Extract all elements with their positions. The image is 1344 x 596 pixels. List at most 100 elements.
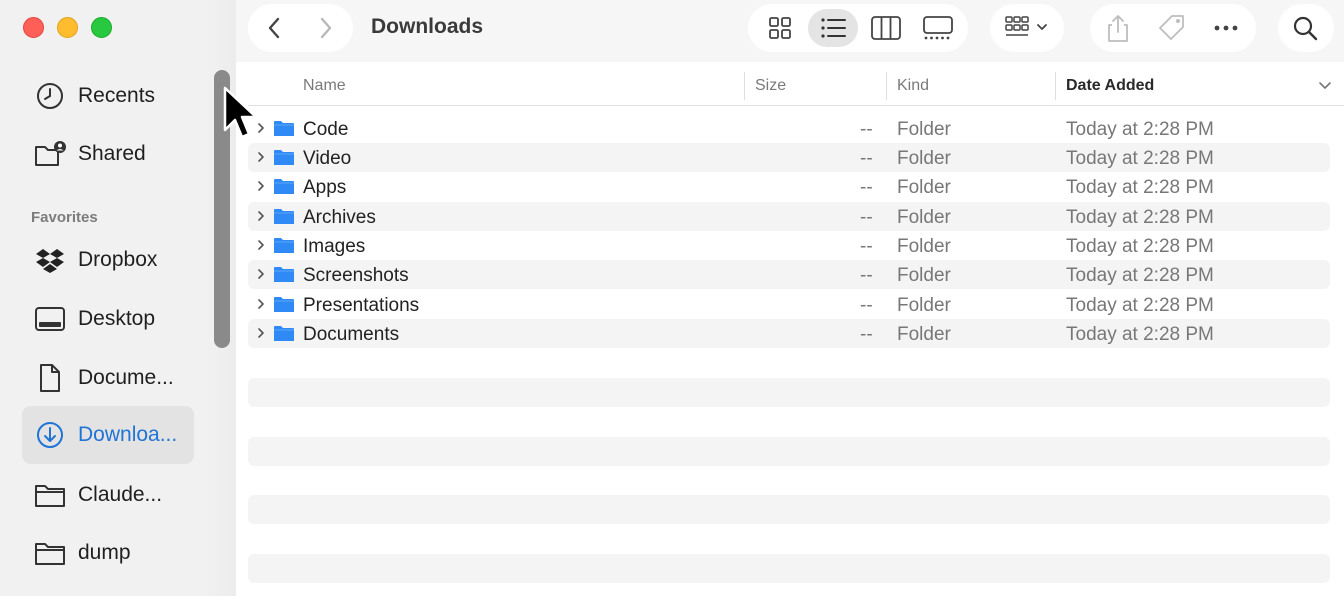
sidebar-item-label: Dropbox — [78, 248, 158, 271]
dropbox-icon — [36, 249, 64, 273]
file-date: Today at 2:28 PM — [1066, 177, 1214, 198]
desktop-icon — [35, 307, 65, 331]
file-date: Today at 2:28 PM — [1066, 236, 1214, 257]
column-size[interactable]: Size — [755, 77, 786, 95]
empty-row — [248, 378, 1330, 407]
sidebar-item-shared[interactable]: Shared — [22, 125, 194, 183]
tag-icon[interactable] — [1152, 10, 1192, 46]
column-name[interactable]: Name — [303, 77, 346, 95]
file-date: Today at 2:28 PM — [1066, 207, 1214, 228]
search-button[interactable] — [1278, 4, 1334, 52]
group-button[interactable] — [990, 4, 1064, 52]
download-icon — [37, 422, 63, 448]
empty-row — [248, 495, 1330, 524]
table-row[interactable]: Video -- Folder Today at 2:28 PM — [248, 143, 1330, 172]
share-icon[interactable] — [1098, 10, 1138, 46]
empty-row — [248, 437, 1330, 466]
folder-icon — [274, 326, 294, 341]
file-date: Today at 2:28 PM — [1066, 265, 1214, 286]
column-divider[interactable] — [744, 72, 745, 100]
disclosure-chevron-icon[interactable] — [256, 239, 266, 251]
disclosure-chevron-icon[interactable] — [256, 298, 266, 310]
sidebar-item-label: Desktop — [78, 307, 156, 330]
action-group — [1090, 4, 1256, 52]
zoom-window-button[interactable] — [91, 17, 112, 38]
sidebar-item-downloads[interactable]: Downloa... — [22, 406, 194, 464]
file-name: Archives — [303, 207, 376, 228]
sidebar-item-label: Docume... — [78, 366, 174, 389]
favorites-heading: Favorites — [31, 209, 98, 226]
sidebar-item-claude[interactable]: Claude... — [22, 466, 194, 524]
sidebar-item-recents[interactable]: Recents — [22, 67, 194, 125]
file-size: -- — [860, 119, 873, 140]
minimize-window-button[interactable] — [57, 17, 78, 38]
shared-folder-icon — [35, 141, 66, 166]
list-view-icon[interactable] — [808, 9, 858, 47]
file-kind: Folder — [897, 295, 951, 316]
file-kind: Folder — [897, 265, 951, 286]
forward-button[interactable] — [304, 8, 348, 48]
sidebar-item-dump[interactable]: dump — [22, 524, 194, 582]
column-header: Name Size Kind Date Added — [248, 66, 1344, 106]
file-kind: Folder — [897, 148, 951, 169]
sidebar: Recents Shared Favorites Dropbox Desktop… — [0, 0, 236, 596]
file-size: -- — [860, 177, 873, 198]
close-window-button[interactable] — [23, 17, 44, 38]
gallery-view-icon[interactable] — [913, 9, 963, 47]
more-icon[interactable] — [1206, 10, 1246, 46]
column-divider[interactable] — [1055, 72, 1056, 100]
empty-row — [248, 554, 1330, 583]
table-row[interactable]: Images -- Folder Today at 2:28 PM — [248, 231, 1330, 260]
file-size: -- — [860, 236, 873, 257]
group-icon — [1005, 16, 1047, 36]
clock-icon — [37, 83, 63, 109]
view-switcher — [748, 4, 968, 52]
file-kind: Folder — [897, 207, 951, 228]
icon-view-icon[interactable] — [755, 9, 805, 47]
disclosure-chevron-icon[interactable] — [256, 327, 266, 339]
folder-icon — [274, 121, 294, 136]
file-date: Today at 2:28 PM — [1066, 324, 1214, 345]
sidebar-item-desktop[interactable]: Desktop — [22, 290, 194, 348]
disclosure-chevron-icon[interactable] — [256, 210, 266, 222]
disclosure-chevron-icon[interactable] — [256, 268, 266, 280]
folder-icon — [274, 179, 294, 194]
file-name: Images — [303, 236, 366, 257]
table-row[interactable]: Screenshots -- Folder Today at 2:28 PM — [248, 260, 1330, 289]
file-name: Screenshots — [303, 265, 409, 286]
table-row[interactable]: Code -- Folder Today at 2:28 PM — [248, 114, 1330, 143]
file-name: Video — [303, 148, 352, 169]
file-size: -- — [860, 207, 873, 228]
table-row[interactable]: Documents -- Folder Today at 2:28 PM — [248, 319, 1330, 348]
back-button[interactable] — [252, 8, 296, 48]
file-size: -- — [860, 148, 873, 169]
file-name: Presentations — [303, 295, 420, 316]
folder-icon — [35, 543, 65, 565]
column-date-added[interactable]: Date Added — [1066, 77, 1154, 95]
table-row[interactable]: Archives -- Folder Today at 2:28 PM — [248, 202, 1330, 231]
file-size: -- — [860, 265, 873, 286]
folder-icon — [274, 209, 294, 224]
sidebar-item-label: dump — [78, 541, 131, 564]
sidebar-item-documents[interactable]: Docume... — [22, 349, 194, 407]
file-size: -- — [860, 295, 873, 316]
sidebar-item-dropbox[interactable]: Dropbox — [22, 231, 194, 289]
finder-window: Recents Shared Favorites Dropbox Desktop… — [0, 0, 1344, 596]
disclosure-chevron-icon[interactable] — [256, 151, 266, 163]
mouse-cursor-icon — [223, 86, 258, 139]
file-date: Today at 2:28 PM — [1066, 148, 1214, 169]
navigation-group — [248, 4, 353, 52]
file-size: -- — [860, 324, 873, 345]
file-name: Documents — [303, 324, 400, 345]
column-kind[interactable]: Kind — [897, 77, 929, 95]
file-kind: Folder — [897, 177, 951, 198]
table-row[interactable]: Presentations -- Folder Today at 2:28 PM — [248, 290, 1330, 319]
column-divider[interactable] — [886, 72, 887, 100]
file-kind: Folder — [897, 119, 951, 140]
document-icon — [40, 364, 60, 392]
file-kind: Folder — [897, 236, 951, 257]
chevron-down-icon[interactable] — [1318, 80, 1332, 90]
column-view-icon[interactable] — [861, 9, 911, 47]
table-row[interactable]: Apps -- Folder Today at 2:28 PM — [248, 172, 1330, 201]
disclosure-chevron-icon[interactable] — [256, 180, 266, 192]
